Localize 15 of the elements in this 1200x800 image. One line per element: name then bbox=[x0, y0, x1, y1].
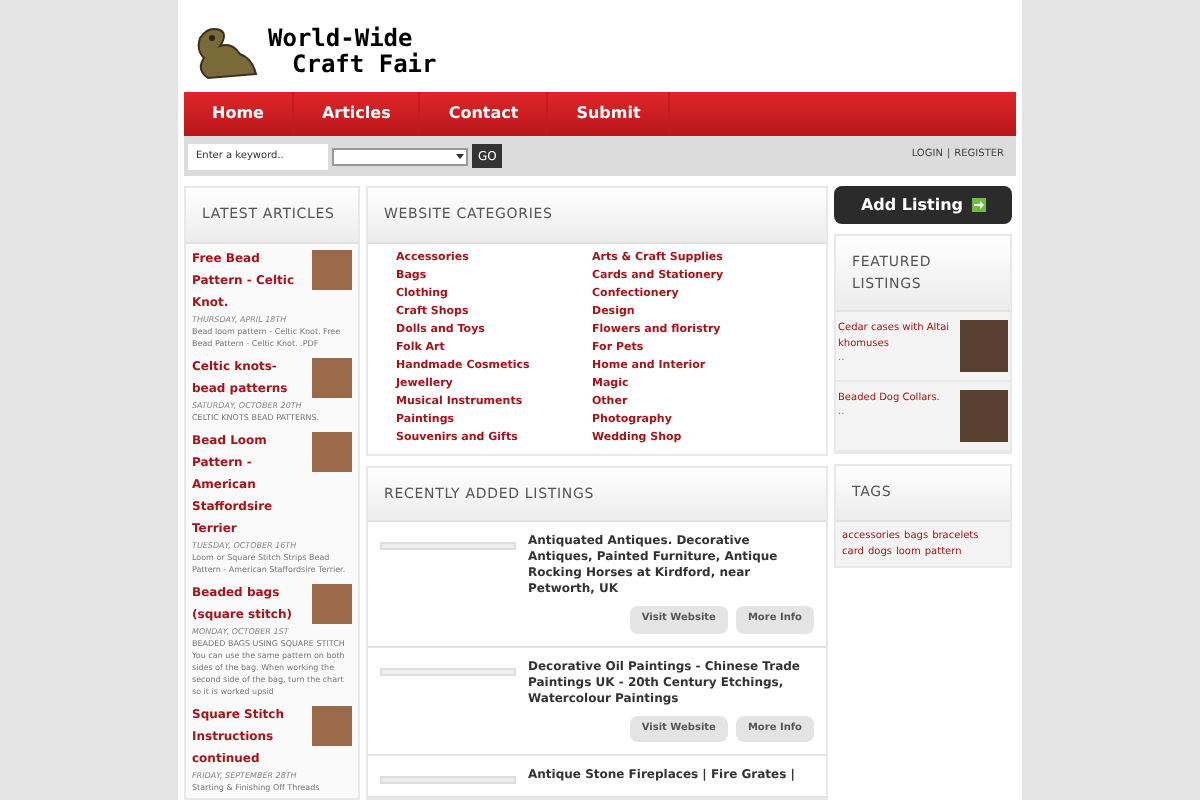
listing-image bbox=[380, 667, 516, 675]
article-thumbnail bbox=[312, 249, 352, 289]
article-thumbnail bbox=[312, 583, 352, 623]
site-title: World-Wide Craft Fair bbox=[268, 26, 437, 78]
article-thumbnail bbox=[312, 431, 352, 471]
featured-image bbox=[960, 320, 1008, 372]
listing-image bbox=[380, 776, 516, 784]
featured-image bbox=[960, 390, 1008, 442]
category-select[interactable] bbox=[332, 147, 468, 165]
dropdown-caret-icon bbox=[454, 150, 466, 162]
article-thumbnail bbox=[312, 357, 352, 397]
arrow-icon bbox=[971, 198, 986, 212]
add-listing-button[interactable]: Add Listing bbox=[834, 186, 1012, 224]
listing-image bbox=[380, 542, 516, 550]
article-thumbnail bbox=[312, 705, 352, 745]
